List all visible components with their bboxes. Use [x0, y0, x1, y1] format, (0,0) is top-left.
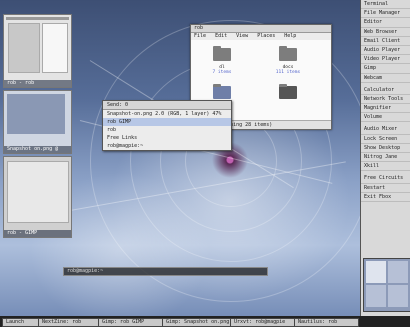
menu-web-browser[interactable]: Web Browser [361, 28, 410, 37]
folder-icon[interactable] [213, 46, 231, 61]
window-list-menu[interactable]: Send: 0 Snapshot-on.png 2.0 (RGB, 1 laye… [102, 100, 232, 151]
thumb-titlebar [6, 17, 69, 20]
file-count: 111 items [275, 70, 301, 75]
menu-network-tools[interactable]: Network Tools [361, 95, 410, 105]
menu-file-manager[interactable]: File Manager [361, 9, 410, 19]
menu-terminal[interactable]: Terminal [361, 0, 410, 10]
menu-lock-screen[interactable]: Lock Screen [361, 135, 410, 144]
menu-webcam[interactable]: Webcam [361, 74, 410, 83]
menu-item[interactable]: Snapshot-on.png 2.0 (RGB, 1 layer) 47% [103, 110, 231, 118]
file-label: dl 7 items [202, 65, 242, 75]
menu-edit[interactable]: Edit [215, 33, 227, 39]
pager-cell[interactable] [366, 285, 386, 307]
folder-icon[interactable] [279, 46, 297, 61]
menu-volume[interactable]: Volume [361, 113, 410, 123]
taskbar: Launch NextZine: rob Gimp: rob GIMP Gimp… [0, 316, 410, 327]
thumb-image [7, 94, 65, 134]
thumb-panel [42, 23, 68, 73]
root-menu: Terminal File Manager Editor Web Browser… [360, 0, 410, 327]
command-line[interactable]: rob@magpie:~ [63, 267, 268, 276]
thumbnail-label: Snapshot on.png @ [4, 146, 71, 153]
menu-audio-player[interactable]: Audio Player [361, 46, 410, 56]
menu-item[interactable]: rob GIMP [103, 118, 231, 126]
menu-nitrog[interactable]: Nitrog Jane [361, 153, 410, 163]
taskbar-item[interactable]: Gimp: Snapshot on.png [162, 318, 231, 327]
menu-item[interactable]: rob [103, 126, 231, 134]
menu-audio-mixer[interactable]: Audio Mixer [361, 125, 410, 135]
menu-places[interactable]: Places [257, 33, 275, 39]
taskbar-item[interactable]: NextZine: rob [38, 318, 99, 327]
menu-email-client[interactable]: Email Client [361, 37, 410, 46]
pager-cell[interactable] [388, 285, 408, 307]
window-thumbnail[interactable]: rob - GIMP [3, 156, 72, 238]
file-count: 7 items [212, 70, 232, 75]
window-thumbnail[interactable]: rob - rob [3, 14, 72, 88]
menu-title: Send: 0 [103, 101, 231, 110]
menu-view[interactable]: View [236, 33, 248, 39]
taskbar-item[interactable]: Nautilus: rob [294, 318, 359, 327]
menu-show-desktop[interactable]: Show Desktop [361, 144, 410, 153]
menu-help[interactable]: Help [284, 33, 296, 39]
folder-icon[interactable] [213, 84, 231, 99]
taskbar-launch[interactable]: Launch [2, 318, 39, 327]
menu-editor[interactable]: Editor [361, 18, 410, 28]
menu-free-circuits[interactable]: Free Circuits [361, 174, 410, 184]
menu-item[interactable]: Free Links [103, 134, 231, 142]
thumbnail-label: rob - rob [4, 80, 71, 87]
taskbar-item[interactable]: Urxvt: rob@magpie [230, 318, 295, 327]
pager-cell[interactable] [366, 261, 386, 283]
menu-exit[interactable]: Exit Fbox [361, 193, 410, 202]
folder-icon[interactable] [279, 84, 297, 99]
thumbnail-label: rob - GIMP [4, 230, 71, 237]
menu-file[interactable]: File [194, 33, 206, 39]
window-title[interactable]: rob [191, 25, 331, 33]
pager-widget[interactable] [363, 258, 410, 312]
menu-magnifier[interactable]: Magnifier [361, 104, 410, 114]
menu-calculator[interactable]: Calculator [361, 86, 410, 95]
thumb-canvas [7, 161, 69, 223]
menu-restart[interactable]: Restart [361, 184, 410, 193]
menu-gimp[interactable]: Gimp [361, 64, 410, 74]
file-label: docs 111 items [268, 65, 308, 75]
menu-item[interactable]: rob@magpie:~ [103, 142, 231, 150]
pager-cell[interactable] [388, 261, 408, 283]
menu-video-player[interactable]: Video Player [361, 55, 410, 65]
thumb-panel [8, 23, 40, 73]
menu-xkill[interactable]: Xkill [361, 162, 410, 172]
window-thumbnail[interactable]: Snapshot on.png @ [3, 90, 72, 154]
taskbar-item[interactable]: Gimp: rob GIMP [98, 318, 163, 327]
